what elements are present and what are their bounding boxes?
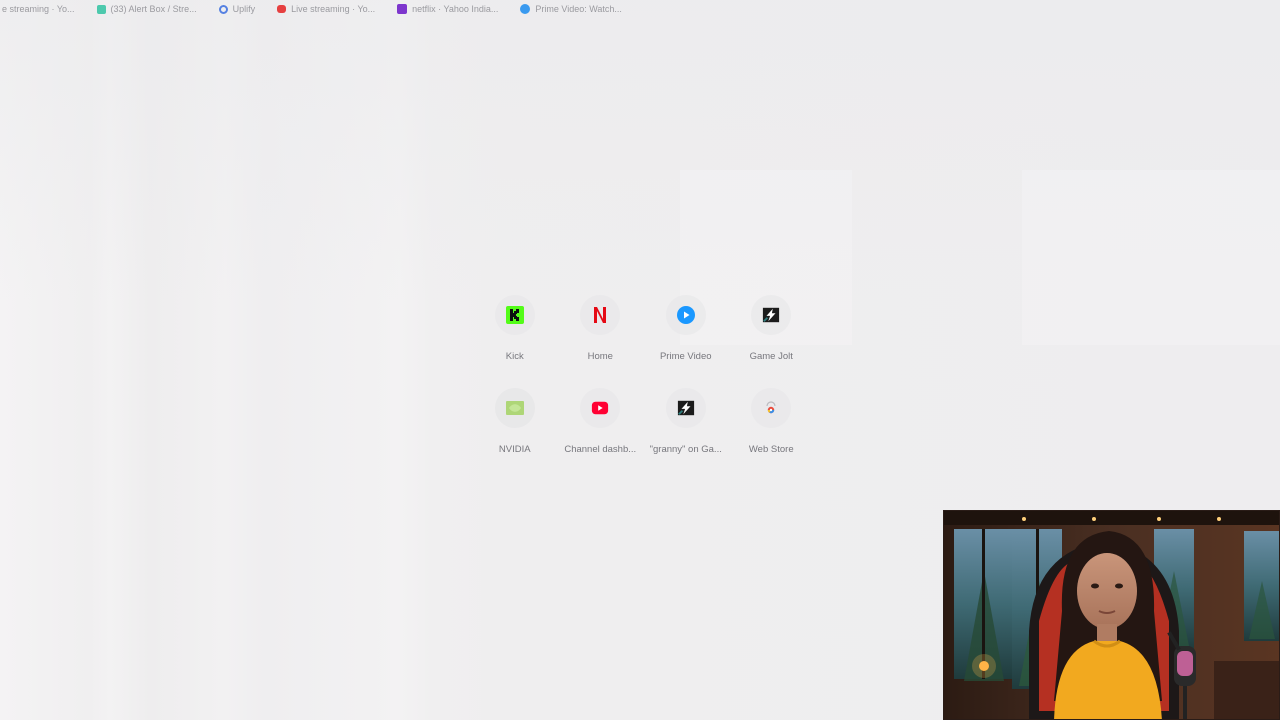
bookmark-label: (33) Alert Box / Stre... bbox=[110, 4, 197, 14]
shortcut-label: Game Jolt bbox=[749, 351, 793, 362]
bookmark-label: e streaming · Yo... bbox=[2, 4, 75, 14]
bookmarks-bar: e streaming · Yo... (33) Alert Box / Str… bbox=[0, 0, 1280, 18]
game-jolt-icon bbox=[677, 399, 695, 417]
shortcut-icon-circle bbox=[665, 295, 706, 335]
shortcuts-grid: Kick Home Prime Video Game Jolt NVIDIA C… bbox=[472, 295, 814, 455]
ghost-panel-right bbox=[1022, 170, 1280, 345]
shortcut-label: Home bbox=[587, 351, 613, 362]
netflix-icon bbox=[591, 306, 609, 324]
shortcut-label: NVIDIA bbox=[498, 444, 531, 455]
bookmark-label: Uplify bbox=[232, 4, 256, 14]
streamlabs-icon bbox=[96, 4, 106, 14]
shortcut-label: Channel dashb... bbox=[564, 444, 637, 455]
bookmark-item[interactable]: Live streaming · Yo... bbox=[277, 4, 375, 14]
bookmark-item[interactable]: Uplify bbox=[218, 4, 256, 14]
prime-video-icon bbox=[520, 4, 531, 14]
shortcut-nvidia[interactable]: NVIDIA bbox=[472, 388, 558, 455]
web-store-icon bbox=[762, 399, 780, 417]
bookmark-label: Prime Video: Watch... bbox=[535, 4, 622, 14]
webcam-scene bbox=[944, 511, 1279, 719]
shortcut-label: Kick bbox=[505, 351, 524, 362]
shortcut-label: Web Store bbox=[748, 444, 794, 455]
bookmark-item[interactable]: netflix · Yahoo India... bbox=[397, 4, 498, 14]
shortcut-icon-circle bbox=[494, 388, 535, 428]
shortcut-channel-dashboard[interactable]: Channel dashb... bbox=[558, 388, 644, 455]
prime-video-icon bbox=[676, 306, 695, 324]
game-jolt-icon bbox=[762, 306, 780, 324]
shortcut-label: Prime Video bbox=[659, 351, 712, 362]
shortcut-icon-circle bbox=[580, 295, 621, 335]
shortcut-icon-circle bbox=[751, 388, 792, 428]
browser-new-tab-page: e streaming · Yo... (33) Alert Box / Str… bbox=[0, 0, 1280, 720]
shortcut-game-jolt[interactable]: Game Jolt bbox=[729, 295, 815, 362]
uplify-icon bbox=[218, 4, 228, 14]
youtube-icon bbox=[277, 5, 287, 13]
bookmark-label: netflix · Yahoo India... bbox=[412, 4, 499, 14]
shortcut-granny-game-jolt[interactable]: "granny" on Ga... bbox=[643, 388, 729, 455]
yahoo-icon bbox=[397, 4, 408, 14]
shortcut-web-store[interactable]: Web Store bbox=[729, 388, 815, 455]
bookmark-item[interactable]: (33) Alert Box / Stre... bbox=[96, 4, 197, 14]
shortcut-icon-circle bbox=[751, 295, 792, 335]
shortcut-kick[interactable]: Kick bbox=[472, 295, 558, 362]
bookmark-label: Live streaming · Yo... bbox=[291, 4, 376, 14]
shortcut-icon-circle bbox=[580, 388, 621, 428]
nvidia-icon bbox=[505, 399, 524, 417]
shortcut-label: "granny" on Ga... bbox=[649, 444, 722, 455]
bookmark-item[interactable]: e streaming · Yo... bbox=[0, 4, 75, 14]
webcam-overlay bbox=[943, 510, 1280, 720]
shortcut-netflix-home[interactable]: Home bbox=[558, 295, 644, 362]
youtube-icon bbox=[591, 399, 609, 417]
shortcut-prime-video[interactable]: Prime Video bbox=[643, 295, 729, 362]
kick-icon bbox=[505, 306, 524, 324]
shortcut-icon-circle bbox=[494, 295, 535, 335]
shortcut-icon-circle bbox=[665, 388, 706, 428]
bookmark-item[interactable]: Prime Video: Watch... bbox=[520, 4, 622, 14]
